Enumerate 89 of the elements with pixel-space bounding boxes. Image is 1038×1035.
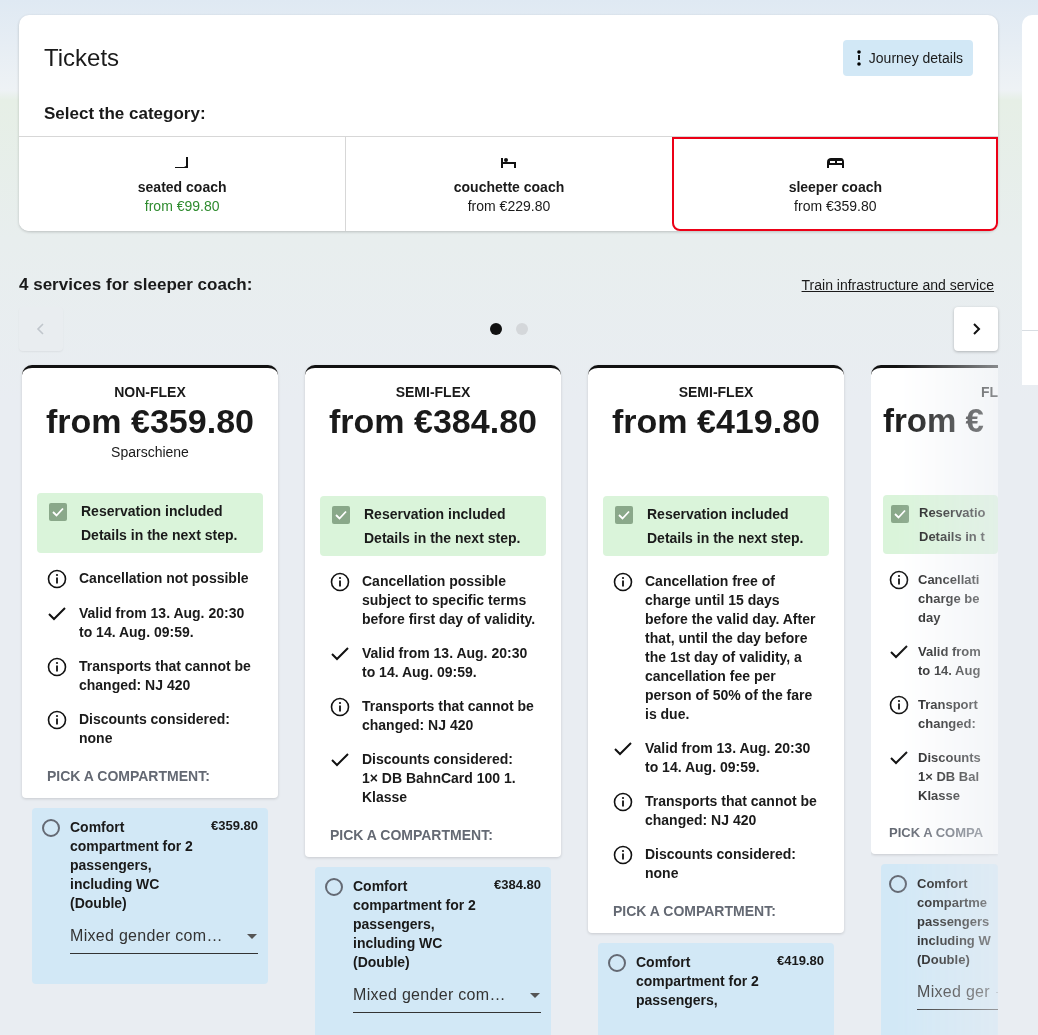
caret-icon: [246, 932, 258, 940]
chevron-right-icon: [971, 322, 981, 336]
feature-text: Discounts considered: 1× DB BahnCard 100 1. Klasse: [362, 750, 517, 807]
info-icon: [330, 572, 350, 592]
radio-button[interactable]: [42, 819, 60, 837]
reservation-title: Reservation included: [81, 503, 224, 521]
compartment-label: PICK A COMPA: [888, 824, 985, 842]
info-icon: [613, 572, 633, 592]
compartment-price: €419.80: [777, 953, 824, 970]
feature-text: Valid from 13. Aug. 20:30 to 14. Aug. 09:59.: [79, 604, 246, 642]
reservation-note: Details in the next step.: [647, 530, 805, 546]
reservation-title: Reservation included: [364, 506, 507, 524]
fare-tier-label: SEMI-FLEX: [394, 384, 472, 400]
feature-text: Discounts considered: none: [79, 710, 231, 748]
tick-icon: [894, 509, 906, 519]
compartment-name: Comfort compartment for 2 passengers, including WC (Double): [353, 877, 477, 972]
feature-text: Cancellation not possible: [79, 569, 249, 588]
compartment-label: PICK A COMPARTMENT:: [329, 826, 494, 845]
info-icon: [613, 792, 633, 812]
services-heading: 4 services for sleeper coach:: [19, 275, 253, 295]
fare-price: from €359.80: [45, 402, 255, 441]
info-icon: [613, 845, 633, 865]
reservation-title: Reservatio: [919, 505, 987, 522]
chevron-left-icon: [36, 322, 46, 336]
category-option[interactable]: sleeper coach from €359.80: [671, 137, 998, 231]
feature-text: Valid from 13. Aug. 20:30 to 14. Aug. 09:59.: [362, 644, 529, 682]
info-icon: [889, 695, 909, 715]
category-name: sleeper coach: [788, 179, 882, 195]
compartment-option[interactable]: Comfort compartment for 2 passengers, including WC (Double) €384.80 Mixed gender com…: [315, 867, 551, 1035]
feature-text: Discounts 1× DB Bal Klasse: [918, 749, 981, 805]
category-price: from €359.80: [794, 198, 877, 214]
compartment-label: PICK A COMPARTMENT:: [612, 902, 777, 921]
radio-button[interactable]: [325, 878, 343, 896]
radio-button[interactable]: [889, 875, 907, 893]
category-price: from €229.80: [467, 198, 551, 214]
gender-select[interactable]: Mixed gender com…: [70, 927, 258, 954]
page-title: Tickets: [44, 44, 120, 72]
radio-button[interactable]: [608, 954, 626, 972]
fare-tier-label: FL: [979, 384, 998, 400]
compartment-name: Comfort compartment for 2 passengers, including WC (Double): [70, 818, 194, 913]
fare-price: from €: [883, 402, 985, 440]
feature-text: Valid from to 14. Aug: [918, 643, 981, 680]
feature-text: Transports that cannot be changed: NJ 420: [79, 657, 252, 695]
fare-price: from €384.80: [328, 402, 538, 441]
tick-icon: [52, 507, 64, 517]
category-name: seated coach: [137, 179, 227, 195]
reservation-title: Reservation included: [647, 506, 790, 524]
reservation-note: Details in the next step.: [364, 530, 522, 546]
info-icon: [889, 570, 909, 590]
fare-tier-label: NON-FLEX: [113, 384, 187, 400]
info-icon: [330, 697, 350, 717]
caret-icon: [529, 991, 541, 999]
category-price: from €99.80: [144, 198, 220, 214]
compartment-price: €384.80: [494, 877, 541, 894]
info-icon: [47, 710, 67, 730]
category-option[interactable]: couchette coach from €229.80: [345, 137, 672, 231]
reservation-note: Details in t: [919, 529, 986, 544]
compartment-label: PICK A COMPARTMENT:: [46, 767, 211, 786]
feature-text: Transport changed:: [918, 696, 978, 733]
category-name: couchette coach: [453, 179, 565, 195]
category-option[interactable]: seated coach from €99.80: [19, 137, 346, 231]
fare-price: from €419.80: [611, 402, 821, 441]
compartment-name: Comfort compartment for 2 passengers,: [636, 953, 760, 1010]
feature-text: Cancellati charge be day: [918, 571, 980, 627]
info-icon: [47, 569, 67, 589]
feature-text: Discounts considered: none: [645, 845, 797, 883]
infrastructure-link[interactable]: Train infrastructure and service: [801, 277, 994, 293]
fare-tier-label: SEMI-FLEX: [677, 384, 755, 400]
feature-text: Transports that cannot be changed: NJ 420: [362, 697, 535, 735]
compartment-option[interactable]: Comfort compartment for 2 passengers, €419.80: [598, 943, 834, 1035]
page-dot[interactable]: [489, 323, 502, 335]
gender-select[interactable]: Mixed ger: [917, 983, 998, 1010]
info-icon: [47, 657, 67, 677]
fare-name: Sparschiene: [110, 444, 190, 462]
gender-select[interactable]: Mixed gender com…: [353, 986, 541, 1013]
feature-text: Cancellation free of charge until 15 days before the valid day. After that, until the day before the 1st day of validity, a cancellation fee per person of 50% of the fare is due.: [645, 572, 817, 724]
feature-text: Cancellation possible subject to specific terms before first day of validity.: [362, 572, 536, 629]
reservation-note: Details in the next step.: [81, 527, 239, 543]
more-icon: [856, 50, 861, 66]
feature-text: Transports that cannot be changed: NJ 420: [645, 792, 818, 830]
tick-icon: [335, 510, 347, 520]
feature-text: Valid from 13. Aug. 20:30 to 14. Aug. 09:59.: [645, 739, 812, 777]
compartment-option[interactable]: Comfort compartme passengers including W (Double) Mixed ger: [881, 864, 998, 1035]
compartment-price: €359.80: [211, 818, 258, 835]
compartment-name: Comfort compartme passengers including W (Double): [917, 875, 992, 969]
journey-details-button[interactable]: Journey details: [842, 40, 973, 76]
tick-icon: [618, 510, 630, 520]
compartment-option[interactable]: Comfort compartment for 2 passengers, including WC (Double) €359.80 Mixed gender com…: [32, 808, 268, 984]
category-prompt: Select the category:: [43, 103, 207, 125]
